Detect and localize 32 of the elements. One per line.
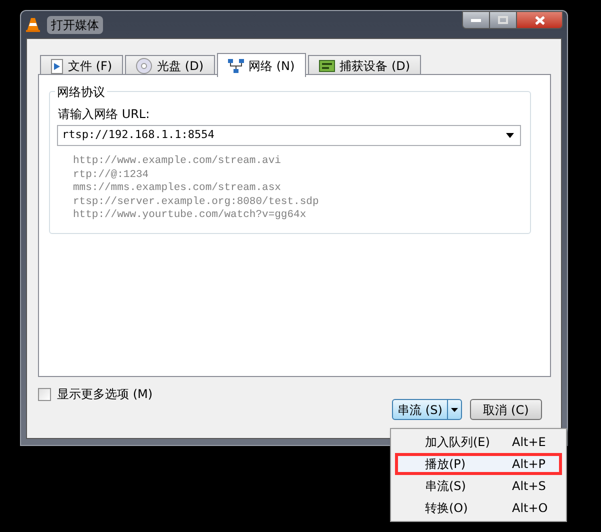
url-label: 请输入网络 URL: xyxy=(58,106,150,123)
group-title: 网络协议 xyxy=(55,83,107,101)
example-url: mms://mms.examples.com/stream.asx xyxy=(73,182,282,196)
url-combobox[interactable]: rtsp://192.168.1.1:8554 xyxy=(57,125,521,146)
capture-card-icon xyxy=(318,60,335,72)
tab[interactable]: 网络 (N) xyxy=(216,53,306,77)
close-button[interactable] xyxy=(516,11,563,29)
menu-item[interactable]: 加入队列(E) Alt+E xyxy=(395,431,562,453)
traffic-cone-icon xyxy=(25,16,41,32)
dropdown-arrow-icon xyxy=(506,133,514,138)
checkbox[interactable] xyxy=(38,388,51,400)
minimize-icon xyxy=(471,18,481,22)
tab[interactable]: 捕获设备 (D) xyxy=(308,55,422,76)
close-icon xyxy=(534,16,544,24)
cancel-button[interactable]: 取消 (C) xyxy=(470,399,542,420)
maximize-icon xyxy=(498,16,508,24)
menu-item[interactable]: 播放(P) Alt+P xyxy=(395,453,562,475)
maximize-button[interactable] xyxy=(490,11,516,29)
window-title: 打开媒体 xyxy=(47,16,103,34)
stream-split-button[interactable]: 串流 (S) xyxy=(392,399,462,420)
example-url: rtp://@:1234 xyxy=(73,168,150,182)
dropdown-arrow-icon xyxy=(451,408,458,412)
menu-item[interactable]: 串流(S) Alt+S xyxy=(395,475,562,497)
checkbox-label: 显示更多选项 (M) xyxy=(57,386,153,403)
example-url: http://www.example.com/stream.avi xyxy=(73,155,282,168)
example-url: http://www.yourtube.com/watch?v=gg64x xyxy=(73,209,308,222)
minimize-button[interactable] xyxy=(462,11,490,29)
menu-item[interactable]: 转换(O) Alt+O xyxy=(395,497,562,519)
tab[interactable]: 光盘 (D) xyxy=(125,55,215,76)
tab[interactable]: 文件 (F) xyxy=(40,55,124,76)
network-icon xyxy=(228,58,244,72)
example-url: rtsp://server.example.org:8080/test.sdp xyxy=(73,196,319,209)
